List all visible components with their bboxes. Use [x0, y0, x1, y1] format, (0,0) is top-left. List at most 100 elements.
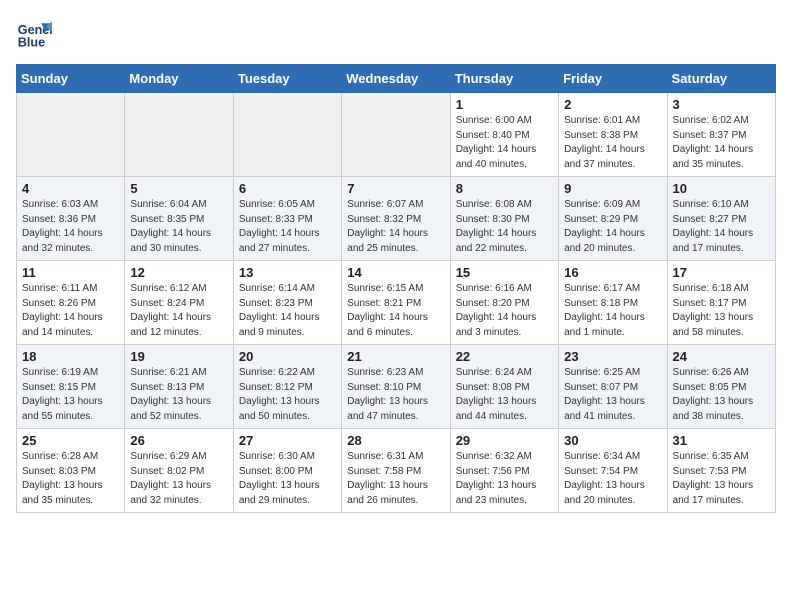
- calendar-cell: 18 Sunrise: 6:19 AM Sunset: 8:15 PM Dayli…: [17, 345, 125, 429]
- day-info: Sunrise: 6:17 AM Sunset: 8:18 PM Dayligh…: [564, 282, 661, 340]
- day-info: Sunrise: 6:10 AM Sunset: 8:27 PM Dayligh…: [673, 198, 770, 256]
- day-info: Sunrise: 6:03 AM Sunset: 8:36 PM Dayligh…: [22, 198, 119, 256]
- calendar-cell: 17 Sunrise: 6:18 AM Sunset: 8:17 PM Dayli…: [667, 261, 775, 345]
- day-number: 6: [239, 181, 336, 196]
- day-number: 18: [22, 349, 119, 364]
- day-number: 17: [673, 265, 770, 280]
- calendar-cell: 14 Sunrise: 6:15 AM Sunset: 8:21 PM Dayli…: [342, 261, 450, 345]
- calendar-cell: 23 Sunrise: 6:25 AM Sunset: 8:07 PM Dayli…: [559, 345, 667, 429]
- day-info: Sunrise: 6:28 AM Sunset: 8:03 PM Dayligh…: [22, 450, 119, 508]
- day-number: 3: [673, 97, 770, 112]
- day-number: 13: [239, 265, 336, 280]
- day-info: Sunrise: 6:21 AM Sunset: 8:13 PM Dayligh…: [130, 366, 227, 424]
- day-info: Sunrise: 6:30 AM Sunset: 8:00 PM Dayligh…: [239, 450, 336, 508]
- day-info: Sunrise: 6:11 AM Sunset: 8:26 PM Dayligh…: [22, 282, 119, 340]
- logo-icon: General Blue: [16, 16, 52, 52]
- calendar-cell: 1 Sunrise: 6:00 AM Sunset: 8:40 PM Daylig…: [450, 93, 558, 177]
- day-info: Sunrise: 6:01 AM Sunset: 8:38 PM Dayligh…: [564, 114, 661, 172]
- day-number: 21: [347, 349, 444, 364]
- day-info: Sunrise: 6:14 AM Sunset: 8:23 PM Dayligh…: [239, 282, 336, 340]
- day-info: Sunrise: 6:32 AM Sunset: 7:56 PM Dayligh…: [456, 450, 553, 508]
- calendar-cell: 22Sunrise: 6:24 AM Sunset: 8:08 PM Dayli…: [450, 345, 558, 429]
- day-info: Sunrise: 6:07 AM Sunset: 8:32 PM Dayligh…: [347, 198, 444, 256]
- day-info: Sunrise: 6:00 AM Sunset: 8:40 PM Dayligh…: [456, 114, 553, 172]
- calendar-week-3: 11 Sunrise: 6:11 AM Sunset: 8:26 PM Dayli…: [17, 261, 776, 345]
- calendar-cell: 27 Sunrise: 6:30 AM Sunset: 8:00 PM Dayli…: [233, 429, 341, 513]
- day-number: 7: [347, 181, 444, 196]
- calendar-cell: 5Sunrise: 6:04 AM Sunset: 8:35 PM Daylig…: [125, 177, 233, 261]
- day-info: Sunrise: 6:19 AM Sunset: 8:15 PM Dayligh…: [22, 366, 119, 424]
- day-info: Sunrise: 6:31 AM Sunset: 7:58 PM Dayligh…: [347, 450, 444, 508]
- day-info: Sunrise: 6:22 AM Sunset: 8:12 PM Dayligh…: [239, 366, 336, 424]
- calendar-cell: 2 Sunrise: 6:01 AM Sunset: 8:38 PM Daylig…: [559, 93, 667, 177]
- calendar-cell: 3 Sunrise: 6:02 AM Sunset: 8:37 PM Daylig…: [667, 93, 775, 177]
- day-number: 2: [564, 97, 661, 112]
- day-number: 28: [347, 433, 444, 448]
- day-info: Sunrise: 6:35 AM Sunset: 7:53 PM Dayligh…: [673, 450, 770, 508]
- calendar-cell: 12 Sunrise: 6:12 AM Sunset: 8:24 PM Dayli…: [125, 261, 233, 345]
- day-info: Sunrise: 6:08 AM Sunset: 8:30 PM Dayligh…: [456, 198, 553, 256]
- calendar-cell: 7 Sunrise: 6:07 AM Sunset: 8:32 PM Daylig…: [342, 177, 450, 261]
- day-number: 30: [564, 433, 661, 448]
- header: General Blue: [16, 16, 776, 52]
- day-number: 19: [130, 349, 227, 364]
- header-day-sunday: Sunday: [17, 65, 125, 93]
- calendar-cell: 19 Sunrise: 6:21 AM Sunset: 8:13 PM Dayli…: [125, 345, 233, 429]
- calendar-cell: 20Sunrise: 6:22 AM Sunset: 8:12 PM Dayli…: [233, 345, 341, 429]
- calendar-week-4: 18 Sunrise: 6:19 AM Sunset: 8:15 PM Dayli…: [17, 345, 776, 429]
- day-number: 26: [130, 433, 227, 448]
- day-info: Sunrise: 6:18 AM Sunset: 8:17 PM Dayligh…: [673, 282, 770, 340]
- day-number: 11: [22, 265, 119, 280]
- day-number: 5: [130, 181, 227, 196]
- calendar-cell: 28 Sunrise: 6:31 AM Sunset: 7:58 PM Dayli…: [342, 429, 450, 513]
- day-info: Sunrise: 6:02 AM Sunset: 8:37 PM Dayligh…: [673, 114, 770, 172]
- day-info: Sunrise: 6:24 AM Sunset: 8:08 PM Dayligh…: [456, 366, 553, 424]
- day-number: 9: [564, 181, 661, 196]
- calendar-header-row: SundayMondayTuesdayWednesdayThursdayFrid…: [17, 65, 776, 93]
- day-info: Sunrise: 6:05 AM Sunset: 8:33 PM Dayligh…: [239, 198, 336, 256]
- calendar-week-2: 4 Sunrise: 6:03 AM Sunset: 8:36 PM Daylig…: [17, 177, 776, 261]
- day-number: 14: [347, 265, 444, 280]
- calendar-cell: 25 Sunrise: 6:28 AM Sunset: 8:03 PM Dayli…: [17, 429, 125, 513]
- calendar-week-1: 1 Sunrise: 6:00 AM Sunset: 8:40 PM Daylig…: [17, 93, 776, 177]
- calendar-cell: [342, 93, 450, 177]
- calendar-cell: 21Sunrise: 6:23 AM Sunset: 8:10 PM Dayli…: [342, 345, 450, 429]
- day-info: Sunrise: 6:25 AM Sunset: 8:07 PM Dayligh…: [564, 366, 661, 424]
- calendar-cell: 11 Sunrise: 6:11 AM Sunset: 8:26 PM Dayli…: [17, 261, 125, 345]
- day-number: 29: [456, 433, 553, 448]
- day-number: 27: [239, 433, 336, 448]
- calendar-cell: 24 Sunrise: 6:26 AM Sunset: 8:05 PM Dayli…: [667, 345, 775, 429]
- day-number: 4: [22, 181, 119, 196]
- day-info: Sunrise: 6:34 AM Sunset: 7:54 PM Dayligh…: [564, 450, 661, 508]
- day-number: 10: [673, 181, 770, 196]
- calendar-cell: 9Sunrise: 6:09 AM Sunset: 8:29 PM Daylig…: [559, 177, 667, 261]
- day-info: Sunrise: 6:15 AM Sunset: 8:21 PM Dayligh…: [347, 282, 444, 340]
- day-number: 12: [130, 265, 227, 280]
- header-day-saturday: Saturday: [667, 65, 775, 93]
- calendar-cell: 6 Sunrise: 6:05 AM Sunset: 8:33 PM Daylig…: [233, 177, 341, 261]
- logo: General Blue: [16, 16, 56, 52]
- day-number: 23: [564, 349, 661, 364]
- header-day-monday: Monday: [125, 65, 233, 93]
- calendar-cell: [17, 93, 125, 177]
- calendar-week-5: 25 Sunrise: 6:28 AM Sunset: 8:03 PM Dayli…: [17, 429, 776, 513]
- calendar-cell: 15 Sunrise: 6:16 AM Sunset: 8:20 PM Dayli…: [450, 261, 558, 345]
- header-day-wednesday: Wednesday: [342, 65, 450, 93]
- calendar-cell: 16 Sunrise: 6:17 AM Sunset: 8:18 PM Dayli…: [559, 261, 667, 345]
- calendar-cell: [125, 93, 233, 177]
- day-info: Sunrise: 6:26 AM Sunset: 8:05 PM Dayligh…: [673, 366, 770, 424]
- day-number: 1: [456, 97, 553, 112]
- day-number: 16: [564, 265, 661, 280]
- day-number: 31: [673, 433, 770, 448]
- day-info: Sunrise: 6:12 AM Sunset: 8:24 PM Dayligh…: [130, 282, 227, 340]
- day-info: Sunrise: 6:29 AM Sunset: 8:02 PM Dayligh…: [130, 450, 227, 508]
- day-number: 25: [22, 433, 119, 448]
- header-day-friday: Friday: [559, 65, 667, 93]
- calendar-cell: 4 Sunrise: 6:03 AM Sunset: 8:36 PM Daylig…: [17, 177, 125, 261]
- day-number: 24: [673, 349, 770, 364]
- day-info: Sunrise: 6:16 AM Sunset: 8:20 PM Dayligh…: [456, 282, 553, 340]
- calendar-cell: 31 Sunrise: 6:35 AM Sunset: 7:53 PM Dayli…: [667, 429, 775, 513]
- header-day-thursday: Thursday: [450, 65, 558, 93]
- day-number: 15: [456, 265, 553, 280]
- day-number: 8: [456, 181, 553, 196]
